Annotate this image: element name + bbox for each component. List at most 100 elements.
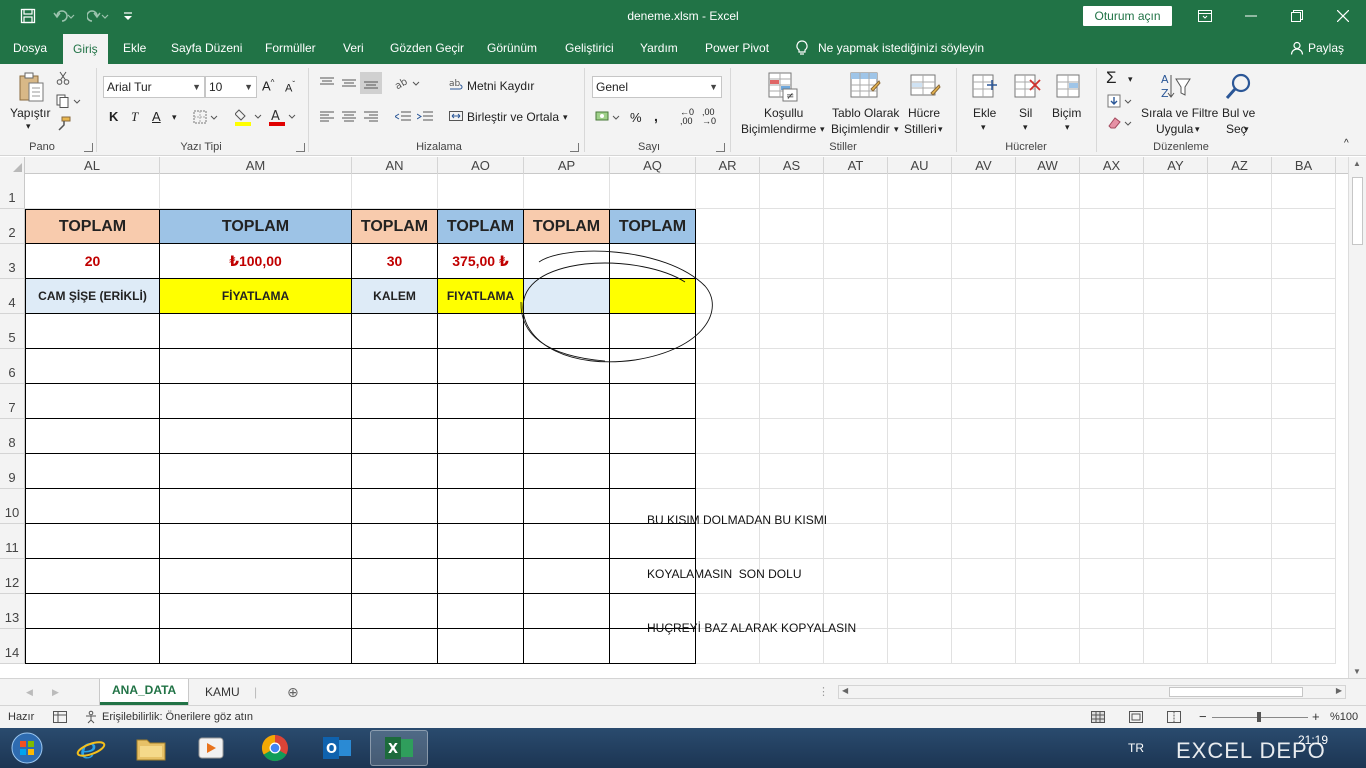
cell[interactable] — [25, 524, 160, 559]
cell[interactable] — [25, 454, 160, 489]
tab-scroll-right-icon[interactable]: ▶ — [52, 679, 59, 705]
cell-styles-label-2[interactable]: Stilleri — [904, 122, 937, 136]
chevron-down-icon[interactable]: ▾ — [1023, 122, 1028, 133]
cell[interactable] — [1272, 279, 1336, 314]
cell[interactable] — [610, 314, 696, 349]
cell[interactable] — [1080, 209, 1144, 244]
cell[interactable] — [888, 349, 952, 384]
cell[interactable] — [352, 349, 438, 384]
cell[interactable] — [1208, 279, 1272, 314]
cell[interactable] — [1144, 349, 1208, 384]
cell[interactable] — [1272, 349, 1336, 384]
cell[interactable] — [1208, 174, 1272, 209]
cell[interactable] — [888, 559, 952, 594]
cell[interactable] — [25, 384, 160, 419]
sort-filter-label-2[interactable]: Uygula — [1156, 122, 1193, 136]
cell[interactable] — [1208, 489, 1272, 524]
column-header[interactable]: AW — [1016, 157, 1080, 174]
cell[interactable] — [160, 384, 352, 419]
cell[interactable] — [25, 174, 160, 209]
select-all-button[interactable] — [0, 157, 25, 174]
cell[interactable] — [1080, 244, 1144, 279]
cell[interactable] — [824, 279, 888, 314]
cell[interactable] — [824, 174, 888, 209]
cell[interactable] — [760, 419, 824, 454]
cell[interactable] — [952, 524, 1016, 559]
cell[interactable] — [1016, 419, 1080, 454]
cell[interactable] — [952, 419, 1016, 454]
vertical-scroll-thumb[interactable] — [1352, 177, 1363, 245]
cell[interactable] — [952, 384, 1016, 419]
cell[interactable] — [1144, 279, 1208, 314]
row-header[interactable]: 9 — [0, 454, 25, 489]
label-cell[interactable]: FİYATLAMA — [160, 279, 352, 314]
cell[interactable] — [438, 384, 524, 419]
cell[interactable] — [952, 559, 1016, 594]
cell[interactable] — [760, 314, 824, 349]
cell[interactable] — [610, 419, 696, 454]
cell[interactable] — [524, 174, 610, 209]
cell[interactable] — [1016, 559, 1080, 594]
cell[interactable] — [888, 594, 952, 629]
cell[interactable] — [1080, 629, 1144, 664]
cell[interactable] — [1144, 244, 1208, 279]
row-header[interactable]: 13 — [0, 594, 25, 629]
cell[interactable] — [1016, 174, 1080, 209]
chevron-down-icon[interactable]: ▾ — [1065, 122, 1070, 133]
file-explorer-icon[interactable] — [122, 730, 180, 766]
minimize-icon[interactable] — [1228, 0, 1274, 32]
column-header[interactable]: AP — [524, 157, 610, 174]
cell[interactable] — [1080, 174, 1144, 209]
increase-decimal-icon[interactable]: ←0,00 — [680, 108, 694, 126]
cell[interactable] — [760, 244, 824, 279]
excel-taskbar-icon[interactable]: X — [370, 730, 428, 766]
cell[interactable] — [888, 314, 952, 349]
cell[interactable] — [524, 349, 610, 384]
format-as-table-icon[interactable] — [848, 70, 882, 104]
cell[interactable] — [1208, 349, 1272, 384]
row-header[interactable]: 3 — [0, 244, 25, 279]
cell[interactable] — [352, 174, 438, 209]
value-cell[interactable] — [610, 244, 696, 279]
table-header-cell[interactable]: TOPLAM — [524, 209, 610, 244]
label-cell[interactable]: FIYATLAMA — [438, 279, 524, 314]
tab-data[interactable]: Veri — [343, 32, 364, 64]
customize-qat-icon[interactable] — [112, 0, 144, 32]
cell[interactable] — [696, 314, 760, 349]
cell[interactable] — [352, 629, 438, 664]
chrome-icon[interactable] — [246, 730, 304, 766]
cell[interactable] — [952, 209, 1016, 244]
scroll-right-icon[interactable]: ▶ — [1336, 686, 1342, 695]
chevron-down-icon[interactable]: ▾ — [1244, 124, 1249, 135]
clipboard-launcher-icon[interactable] — [84, 143, 93, 152]
cut-icon[interactable] — [54, 69, 72, 87]
cell[interactable] — [760, 209, 824, 244]
cell[interactable] — [1208, 594, 1272, 629]
tab-home[interactable]: Giriş — [63, 34, 108, 64]
decrease-font-icon[interactable]: Aˇ — [285, 80, 295, 95]
wrap-text-label[interactable]: Metni Kaydır — [467, 79, 534, 93]
cell[interactable] — [1016, 209, 1080, 244]
cell[interactable] — [1144, 314, 1208, 349]
cell[interactable] — [1208, 629, 1272, 664]
cell[interactable] — [952, 489, 1016, 524]
cell[interactable] — [696, 349, 760, 384]
cell[interactable] — [352, 559, 438, 594]
tab-scroll-left-icon[interactable]: ◀ — [26, 679, 33, 705]
cell[interactable] — [1272, 489, 1336, 524]
sheet-tab-kamu[interactable]: KAMU — [205, 679, 240, 705]
column-header[interactable]: AS — [760, 157, 824, 174]
cell[interactable] — [1208, 524, 1272, 559]
align-bottom-icon[interactable] — [360, 72, 382, 94]
fill-icon[interactable] — [1106, 93, 1136, 109]
media-player-icon[interactable] — [182, 730, 240, 766]
bold-icon[interactable]: K — [109, 109, 118, 124]
find-select-icon[interactable] — [1222, 70, 1256, 104]
number-launcher-icon[interactable] — [716, 143, 725, 152]
vertical-scrollbar[interactable]: ▲ ▼ — [1348, 157, 1366, 678]
cell[interactable] — [1208, 244, 1272, 279]
cell[interactable] — [696, 384, 760, 419]
cell[interactable] — [352, 489, 438, 524]
merge-center-label[interactable]: Birleştir ve Ortala — [467, 110, 559, 124]
tab-developer[interactable]: Geliştirici — [565, 32, 614, 64]
